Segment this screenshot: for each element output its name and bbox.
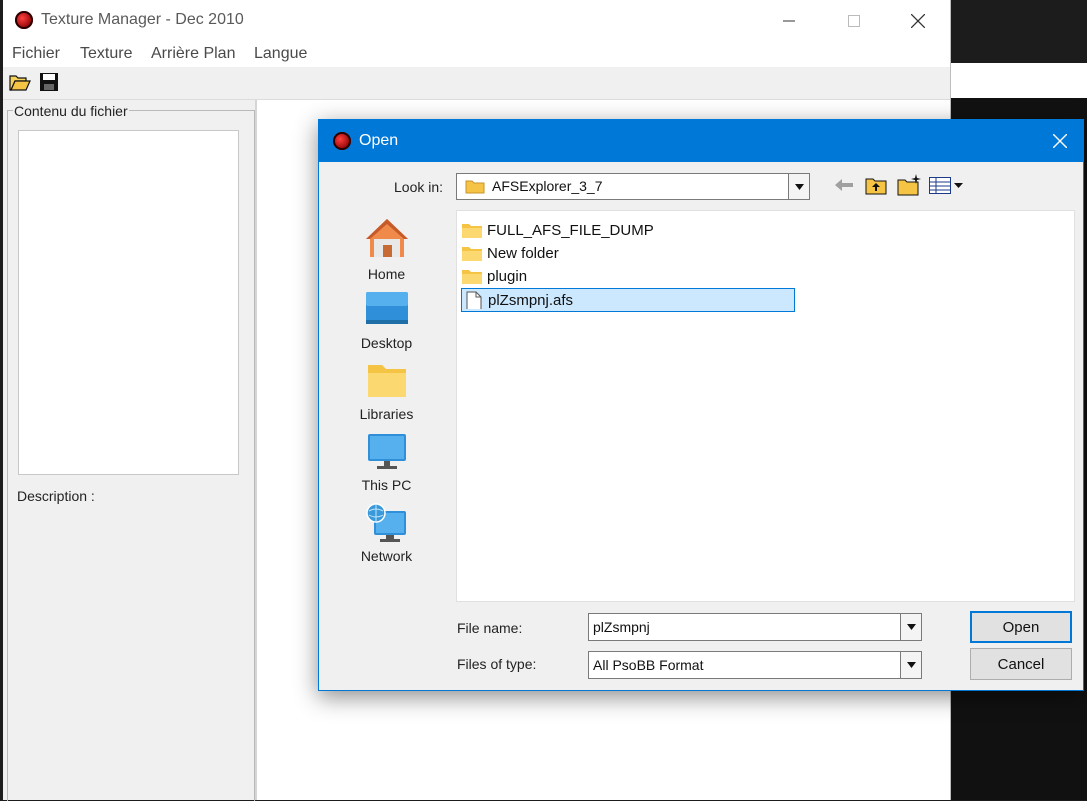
list-item-selected[interactable]: plZsmpnj.afs [461,288,795,312]
floppy-save-icon [40,73,58,91]
dialog-close-button[interactable] [1037,120,1083,162]
place-libraries-label: Libraries [359,406,414,422]
file-type-label: Files of type: [457,656,537,672]
left-panel: Contenu du fichier Description : [3,100,257,801]
network-icon [365,503,406,542]
place-this-pc-label: This PC [361,477,412,493]
list-item[interactable]: FULL_AFS_FILE_DUMP [461,219,654,241]
menu-fichier[interactable]: Fichier [12,45,60,63]
look-in-label: Look in: [394,179,444,195]
window-title: Texture Manager - Dec 2010 [41,11,244,28]
title-bar[interactable]: Texture Manager - Dec 2010 [3,0,950,41]
maximize-button[interactable] [831,0,877,41]
menu-arriere-plan[interactable]: Arrière Plan [151,45,235,63]
place-home-label: Home [367,266,406,282]
new-folder-icon[interactable] [897,174,921,196]
content-group-label: Contenu du fichier [13,103,129,119]
app-icon [15,11,33,29]
dialog-app-icon [333,132,351,150]
file-name-dropdown-button[interactable] [900,614,921,640]
file-name: plugin [487,267,528,285]
place-this-pc[interactable]: This PC [334,432,439,493]
dialog-title-bar[interactable]: Open [319,120,1083,162]
file-content-list[interactable] [18,130,239,475]
minimize-button[interactable] [766,0,812,41]
home-icon [365,219,408,257]
file-type-dropdown[interactable]: All PsoBB Format [588,651,922,679]
desktop-icon [365,292,408,324]
back-arrow-icon[interactable] [835,178,853,192]
folder-icon [462,247,482,261]
background-window-strip [950,63,1087,98]
dialog-title: Open [359,132,399,149]
folder-icon [462,270,482,284]
file-name-value: plZsmpnj [593,619,650,635]
folder-icon [465,180,485,194]
menu-texture[interactable]: Texture [80,45,132,63]
list-item[interactable]: New folder [461,242,559,264]
file-name-label: File name: [457,620,523,636]
open-dialog: Open Look in: AFSExplorer_3_7 Home Deskt… [318,119,1084,691]
close-icon [911,13,925,28]
file-name-input[interactable]: plZsmpnj [588,613,922,641]
look-in-value: AFSExplorer_3_7 [492,178,603,194]
open-folder-button[interactable] [8,71,32,95]
chevron-down-icon [906,662,916,668]
up-folder-icon[interactable] [865,175,887,195]
places-bar: Home Desktop Libraries This PC Network [334,210,439,570]
close-button[interactable] [895,0,941,41]
maximize-icon [848,14,860,27]
place-home[interactable]: Home [334,215,439,282]
chevron-down-icon [794,183,804,190]
close-icon [1053,134,1067,148]
file-name: New folder [487,244,559,262]
place-network[interactable]: Network [334,503,439,564]
file-name: plZsmpnj.afs [488,291,574,309]
menu-bar: Fichier Texture Arrière Plan Langue [3,41,950,67]
description-label: Description : [17,488,95,504]
cancel-button[interactable]: Cancel [970,648,1072,680]
open-folder-icon [9,75,31,91]
folder-icon [462,224,482,238]
place-desktop[interactable]: Desktop [334,290,439,351]
file-name: FULL_AFS_FILE_DUMP [487,221,654,239]
minimize-icon [783,20,795,21]
libraries-folder-icon [367,365,406,397]
list-item[interactable]: plugin [461,265,527,287]
file-list-view: FULL_AFS_FILE_DUMP New folder plugin plZ… [456,210,1075,602]
place-network-label: Network [360,548,413,564]
open-button[interactable]: Open [970,611,1072,643]
chevron-down-icon [906,624,916,630]
computer-monitor-icon [367,434,406,469]
menu-langue[interactable]: Langue [254,45,307,63]
file-document-icon [466,291,482,309]
toolbar [3,67,950,100]
dropdown-arrow-button[interactable] [788,174,809,199]
place-desktop-label: Desktop [360,335,413,351]
view-menu-icon[interactable] [929,177,965,195]
file-type-value: All PsoBB Format [593,657,704,673]
place-libraries[interactable]: Libraries [334,361,439,422]
save-button[interactable] [38,71,62,95]
look-in-dropdown[interactable]: AFSExplorer_3_7 [456,173,810,200]
file-type-dropdown-button[interactable] [900,652,921,678]
